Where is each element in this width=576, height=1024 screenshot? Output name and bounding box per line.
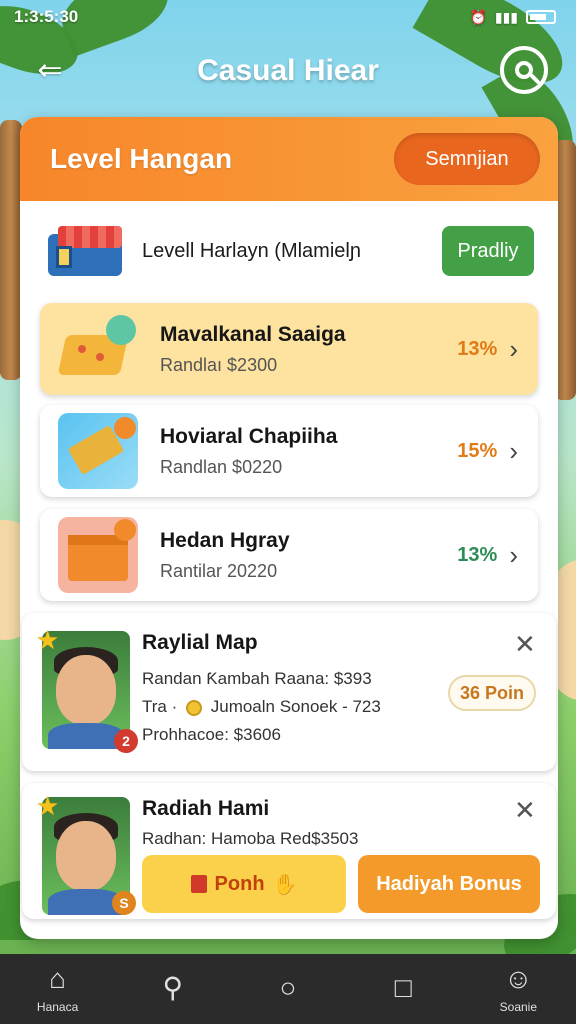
item-subtitle: Rantilar 20220 — [160, 560, 278, 581]
status-time: 1:3:5:30 — [14, 7, 79, 26]
points-badge: 36 Poin — [448, 675, 536, 711]
status-icons: ⏰ ▮▮▮ — [469, 9, 556, 26]
store-icon — [48, 226, 122, 276]
search-icon: ⚲ — [162, 972, 184, 1003]
summary-row: Levell Harlayn (Mlamielɲ Pradliy — [20, 209, 558, 293]
close-icon[interactable]: ✕ — [514, 795, 536, 826]
profile-icon: ☺ — [504, 963, 533, 994]
status-bar: 1:3:5:30 ⏰ ▮▮▮ — [0, 0, 576, 34]
panel-header-button[interactable]: Semnjian — [394, 133, 540, 185]
gift-icon — [190, 875, 207, 893]
close-icon[interactable]: ✕ — [514, 629, 536, 660]
gift-box-icon — [58, 517, 138, 593]
person-detail-2: Tra · Jumoaln Sonoek - 723 — [142, 697, 381, 717]
person-name: Raylial Map — [142, 631, 258, 654]
person-name: Radiah Hami — [142, 797, 270, 820]
nav-circle[interactable]: ○ — [248, 973, 328, 1005]
ready-button[interactable]: Pradliy — [442, 226, 534, 276]
chevron-right-icon: › — [509, 539, 518, 570]
primary-action-button[interactable]: Ponh ✋ — [142, 855, 346, 913]
square-icon: □ — [394, 972, 412, 1003]
summary-text: Levell Harlayn (Mlamielɲ — [142, 239, 361, 262]
list-item-3[interactable]: Hedan Hgray Rantilar 20220 13% › — [40, 509, 538, 601]
hand-icon: ✋ — [272, 873, 298, 896]
bonus-button[interactable]: Hadiyah Bonus — [358, 855, 540, 913]
cheese-icon — [57, 311, 138, 387]
app-title: Casual Hiear — [197, 54, 379, 87]
item-title: Mavalkanal Saaiga — [160, 322, 346, 346]
list-item-2[interactable]: Hoviaral Chapiiha Randlan $0220 15% › — [40, 405, 538, 497]
item-percent: 15% — [457, 439, 498, 462]
coin-icon — [186, 699, 202, 716]
battery-icon — [526, 10, 556, 24]
app-header: ⇐ Casual Hiear — [0, 38, 576, 104]
nav-home[interactable]: ⌂ Hanaca — [18, 963, 98, 1015]
search-icon — [515, 61, 533, 79]
item-percent: 13% — [457, 337, 498, 360]
alarm-icon: ⏰ — [469, 8, 487, 25]
person-detail-1: Radhan: Hamoba Red$3503 — [142, 829, 359, 848]
rank-badge: 2 — [114, 729, 138, 753]
star-icon: ★ — [36, 625, 60, 655]
gold-bar-icon — [58, 413, 138, 489]
person-card-1[interactable]: ★ 2 Raylial Map Randan Ƙambah Raana: $39… — [22, 613, 556, 771]
list-item-1[interactable]: Mavalkanal Saaiga Randlaı $2300 13% › — [40, 303, 538, 395]
item-title: Hedan Hgray — [160, 528, 290, 552]
person-detail-2-suffix: Jumoaln Sonoek - 723 — [210, 697, 381, 716]
search-button[interactable] — [500, 46, 548, 94]
nav-search[interactable]: ⚲ — [133, 973, 213, 1005]
home-icon: ⌂ — [49, 963, 67, 994]
primary-action-label: Ponh — [214, 872, 265, 895]
signal-icon: ▮▮▮ — [494, 8, 518, 25]
item-title: Hoviaral Chapiiha — [160, 424, 338, 448]
person-detail-3: Prohhacoe: $3606 — [142, 725, 281, 744]
star-icon: ★ — [36, 791, 60, 821]
person-detail-1: Randan Ƙambah Raana: $393 — [142, 669, 372, 688]
chevron-right-icon: › — [509, 435, 518, 466]
nav-home-label: Hanaca — [36, 1000, 79, 1014]
panel-title: Level Hangan — [50, 143, 233, 174]
nav-square[interactable]: □ — [363, 973, 443, 1005]
rank-badge: S — [112, 891, 136, 915]
bottom-navigation: ⌂ Hanaca ⚲ ○ □ ☺ Soanie — [0, 954, 576, 1024]
circle-icon: ○ — [279, 972, 297, 1003]
nav-profile-label: Soanie — [499, 1000, 538, 1014]
item-subtitle: Randlaı $2300 — [160, 354, 278, 375]
back-arrow-icon[interactable]: ⇐ — [30, 52, 70, 88]
person-detail-2-prefix: Tra · — [142, 697, 178, 716]
item-percent: 13% — [457, 543, 498, 566]
item-subtitle: Randlan $0220 — [160, 456, 283, 477]
level-panel: Level Hangan Semnjian Levell Harlayn (Ml… — [20, 117, 558, 939]
panel-header: Level Hangan Semnjian — [20, 117, 558, 201]
chevron-right-icon: › — [509, 333, 518, 364]
nav-profile[interactable]: ☺ Soanie — [478, 963, 558, 1015]
